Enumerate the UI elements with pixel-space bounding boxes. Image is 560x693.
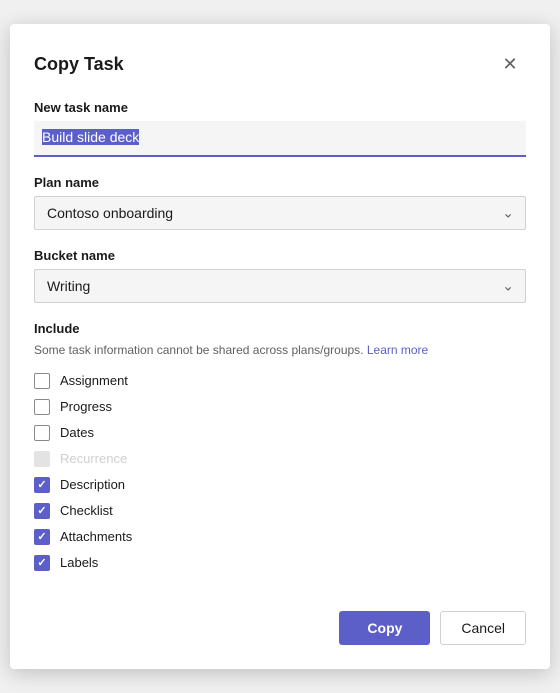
include-note-text: Some task information cannot be shared a… (34, 343, 364, 357)
checkbox-description[interactable] (34, 477, 50, 493)
plan-name-select[interactable]: Contoso onboarding (34, 196, 526, 230)
plan-name-wrapper: Contoso onboarding ⌄ (34, 196, 526, 230)
dialog-footer: Copy Cancel (34, 595, 526, 645)
checkbox-item-assignment[interactable]: Assignment (34, 373, 526, 389)
checkbox-attachments[interactable] (34, 529, 50, 545)
checkbox-label-recurrence: Recurrence (60, 451, 127, 466)
checkbox-labels[interactable] (34, 555, 50, 571)
bucket-name-label: Bucket name (34, 248, 526, 263)
checkbox-dates[interactable] (34, 425, 50, 441)
checkbox-label-description: Description (60, 477, 125, 492)
include-title: Include (34, 321, 526, 336)
checkbox-item-labels[interactable]: Labels (34, 555, 526, 571)
close-button[interactable]: ✕ (494, 48, 526, 80)
task-name-input-wrapper[interactable]: Build slide deck (34, 121, 526, 157)
include-section: Include Some task information cannot be … (34, 321, 526, 571)
task-name-section: New task name Build slide deck (34, 100, 526, 157)
checkbox-label-dates: Dates (60, 425, 94, 440)
checkbox-label-assignment: Assignment (60, 373, 128, 388)
close-icon: ✕ (502, 54, 517, 75)
checkbox-label-progress: Progress (60, 399, 112, 414)
checkbox-item-recurrence: Recurrence (34, 451, 526, 467)
checkbox-label-attachments: Attachments (60, 529, 132, 544)
task-name-label: New task name (34, 100, 526, 115)
checkbox-assignment[interactable] (34, 373, 50, 389)
checkbox-item-description[interactable]: Description (34, 477, 526, 493)
checkbox-recurrence (34, 451, 50, 467)
checkbox-item-attachments[interactable]: Attachments (34, 529, 526, 545)
dialog-header: Copy Task ✕ (34, 48, 526, 80)
checkbox-item-checklist[interactable]: Checklist (34, 503, 526, 519)
plan-name-section: Plan name Contoso onboarding ⌄ (34, 175, 526, 230)
cancel-button[interactable]: Cancel (440, 611, 526, 645)
include-note: Some task information cannot be shared a… (34, 342, 526, 359)
checkbox-checklist[interactable] (34, 503, 50, 519)
dialog-title: Copy Task (34, 54, 124, 75)
task-name-selected-text: Build slide deck (42, 129, 139, 145)
bucket-name-section: Bucket name Writing ⌄ (34, 248, 526, 303)
bucket-name-wrapper: Writing ⌄ (34, 269, 526, 303)
checkbox-label-labels: Labels (60, 555, 98, 570)
checkbox-item-dates[interactable]: Dates (34, 425, 526, 441)
checkbox-label-checklist: Checklist (60, 503, 113, 518)
copy-button[interactable]: Copy (339, 611, 430, 645)
checkbox-item-progress[interactable]: Progress (34, 399, 526, 415)
learn-more-link[interactable]: Learn more (367, 343, 428, 357)
dialog-overlay: Copy Task ✕ New task name Build slide de… (10, 20, 550, 673)
plan-name-label: Plan name (34, 175, 526, 190)
bucket-name-select[interactable]: Writing (34, 269, 526, 303)
copy-task-dialog: Copy Task ✕ New task name Build slide de… (10, 24, 550, 668)
checkbox-progress[interactable] (34, 399, 50, 415)
